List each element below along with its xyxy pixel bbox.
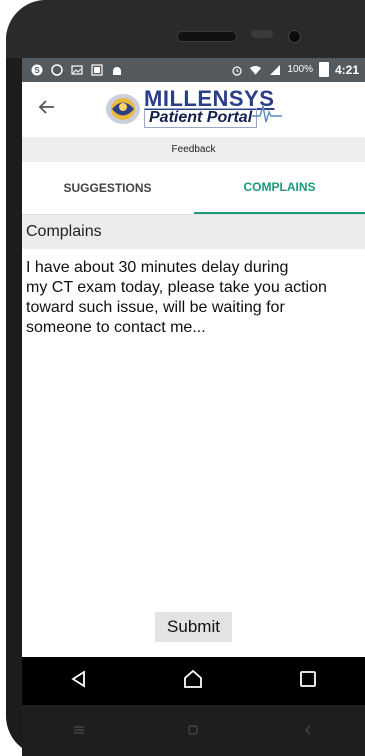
hw-back-icon [293,724,323,738]
nav-back-button[interactable] [59,661,99,701]
triangle-back-icon [69,669,89,694]
arrow-left-icon [37,97,57,122]
skype-icon: S [30,63,43,76]
clock-time: 4:21 [334,62,359,77]
battery-percent: 100% [287,64,313,75]
tab-complains[interactable]: COMPLAINS [194,162,365,214]
submit-button[interactable]: Submit [155,612,232,642]
svg-text:S: S [34,66,40,75]
heartbeat-icon [252,102,282,129]
status-bar: S 100% 4:21 [22,58,365,82]
globe-logo-icon [104,92,142,126]
app-bar: MILLENSYS Patient Portal [22,82,365,137]
proximity-sensor [251,30,273,38]
phone-screen: S 100% 4:21 MILLENSYS Patient Portal Fee… [22,58,365,756]
tab-suggestions[interactable]: SUGGESTIONS [22,162,193,214]
notification-icons: S [30,63,123,76]
phone-bottom-bezel [22,705,365,756]
whatsapp-icon [50,63,63,76]
complains-label: Complains [22,215,365,249]
nav-home-button[interactable] [173,661,213,701]
image-icon [70,63,83,76]
alarm-icon [230,63,243,76]
nav-recents-button[interactable] [288,661,328,701]
home-icon [182,669,204,694]
battery-icon [318,62,329,77]
earpiece-speaker [177,31,237,42]
wifi-icon [249,63,262,76]
android-nav-bar [22,657,365,705]
millensys-logo: MILLENSYS Patient Portal [104,86,284,132]
signal-icon [268,63,281,76]
front-camera [288,30,301,43]
back-button[interactable] [32,94,62,124]
page-title: Feedback [22,137,365,162]
square-recents-icon [299,670,317,693]
hw-home-icon [178,724,208,738]
phone-top-bezel [6,0,365,58]
system-icons: 100% 4:21 [230,62,359,77]
hw-menu-icon [64,724,94,738]
android-icon [110,63,123,76]
complaint-text-field[interactable]: I have about 30 minutes delay during my … [26,258,362,338]
tab-bar: SUGGESTIONS COMPLAINS [22,162,365,215]
submit-row: Submit [22,612,365,642]
gallery-icon [90,63,103,76]
logo-subtitle: Patient Portal [144,108,258,128]
